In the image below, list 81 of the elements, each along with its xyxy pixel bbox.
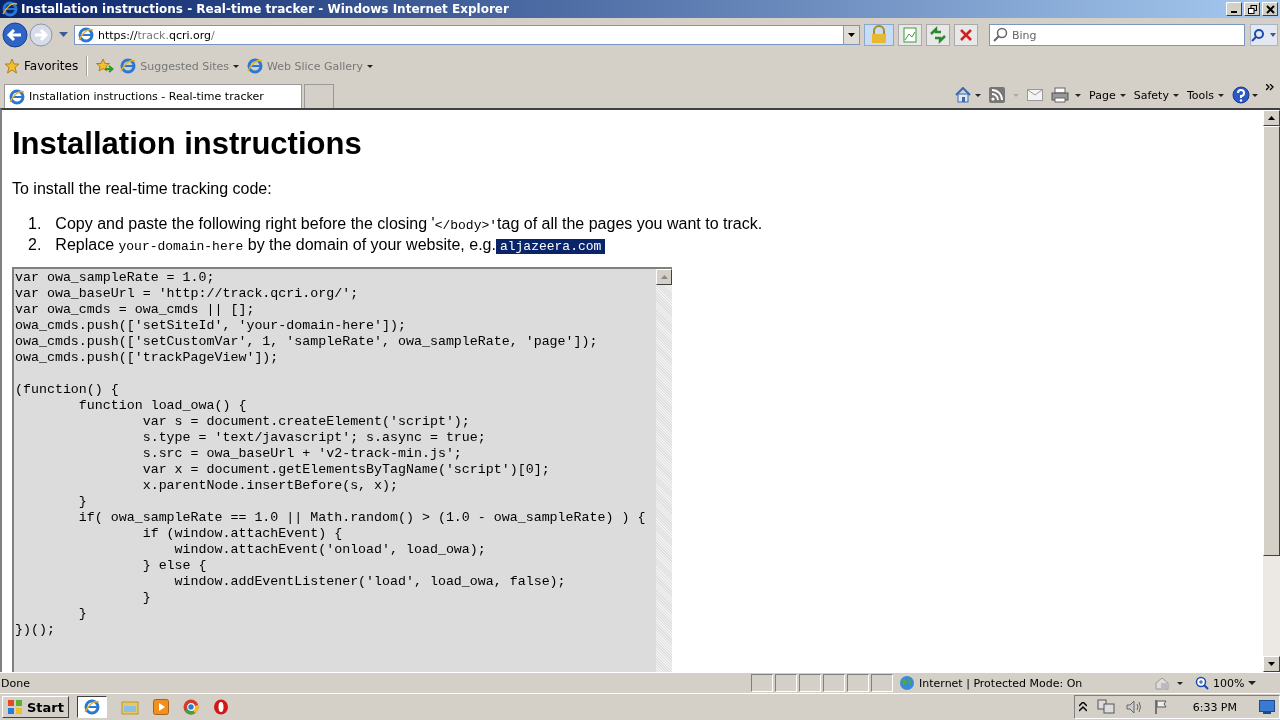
search-field[interactable]: Bing — [989, 24, 1245, 46]
clock-text: 6:33 PM — [1192, 700, 1237, 714]
page-icon — [247, 58, 264, 74]
search-button[interactable] — [1250, 24, 1278, 46]
caret-icon — [848, 33, 855, 37]
globe-icon — [899, 675, 915, 691]
close-button[interactable] — [1262, 2, 1278, 16]
start-button[interactable]: Start — [2, 696, 69, 718]
chevron-up-icon[interactable] — [1078, 702, 1087, 712]
intro-text: To install the real-time tracking code: — [12, 180, 272, 198]
page-icon — [120, 58, 137, 74]
home-icon[interactable] — [955, 87, 982, 103]
restore-button[interactable] — [1244, 2, 1260, 16]
speaker-icon[interactable] — [1124, 699, 1143, 715]
code-text: var owa_sampleRate = 1.0; var owa_baseUrl = 'http://track.qcri.org/'; var owa_cmds = owa_cmds || []; owa_cmds.push(['setSiteId', 'your-domain-here']); owa_cmds.push(['setCustomVar', 1, 'sampleRate', owa_sampleRate, 'page']); owa_cmds.push(['trackPageView']); (function() { function load_owa() { var s = document.createElement('script'); s.type = 'text/javascript'; s.async = true; s.src = owa_baseUrl + 'v2-track-min.js'; var x = document.getElementsByTagName('script')[0]; x.parentNode.insertBefore(s, x); } if( owa_sampleRate == 1.0 || Math.random() > (1.0 - owa_sampleRate) ) { if (window.attachEvent) { window.attachEvent('onload', load_owa); } else { window.addEventListener('load', load_owa, false); } } })(); — [14, 269, 647, 639]
address-field[interactable]: https://track.qcri.org/ — [74, 25, 860, 45]
caret-icon — [367, 64, 374, 68]
chrome-icon[interactable] — [183, 699, 199, 715]
minimize-icon — [1231, 11, 1237, 13]
browser-logo-icon — [84, 699, 100, 715]
mail-icon[interactable] — [1027, 89, 1044, 101]
refresh-icon[interactable] — [926, 24, 950, 46]
dropdown-button[interactable] — [843, 26, 859, 44]
browser-tab[interactable]: Installation instructions - Real-time tracker — [4, 84, 302, 108]
caret-icon — [1013, 93, 1020, 97]
stop-icon[interactable] — [954, 24, 978, 46]
page-heading: Installation instructions — [12, 126, 362, 162]
minimize-button[interactable] — [1226, 2, 1242, 16]
browser-logo-icon — [2, 1, 18, 17]
list-number: 1. — [28, 214, 42, 234]
windows-logo-icon — [7, 699, 23, 715]
feed-icon[interactable] — [989, 87, 1006, 103]
status-pane — [871, 674, 893, 692]
status-pane — [847, 674, 869, 692]
taskbar-app-button[interactable] — [77, 696, 107, 718]
flag-icon[interactable] — [1152, 699, 1169, 715]
opera-icon[interactable] — [213, 699, 229, 715]
menu-button[interactable]: Page — [1089, 88, 1126, 102]
zoom-button[interactable]: 100% — [1195, 676, 1257, 690]
network-icon[interactable] — [1096, 699, 1115, 715]
caret-icon — [1218, 93, 1224, 97]
list-number: 2. — [28, 235, 42, 255]
status-pane — [775, 674, 797, 692]
zone-text: Internet | Protected Mode: On — [919, 676, 1083, 690]
caret-icon — [1248, 681, 1257, 685]
caret-icon[interactable] — [59, 32, 68, 38]
status-pane — [751, 674, 773, 692]
up-arrow-icon — [1268, 116, 1275, 120]
scrollbar[interactable] — [1263, 110, 1280, 672]
media-player-icon[interactable] — [153, 699, 169, 715]
picture-page-icon[interactable] — [898, 24, 922, 46]
star-icon — [4, 58, 20, 74]
favorites-button[interactable]: Favorites — [4, 58, 79, 74]
back-button-icon[interactable] — [2, 22, 28, 48]
caret-icon — [233, 64, 240, 68]
up-arrow-icon — [660, 275, 668, 279]
menu-button[interactable]: Safety — [1133, 88, 1179, 102]
show-desktop-icon[interactable] — [1259, 700, 1275, 714]
status-pane — [823, 674, 845, 692]
search-icon — [1251, 28, 1277, 42]
url-text: https://track.qcri.org/ — [98, 28, 216, 42]
restore-icon — [1247, 4, 1257, 14]
printer-icon[interactable] — [1051, 87, 1082, 103]
zoom-icon — [1195, 676, 1209, 690]
caret-icon — [1119, 93, 1126, 97]
scrollbar[interactable] — [656, 269, 672, 672]
close-icon — [1265, 4, 1275, 14]
page-icon — [78, 27, 94, 43]
page-icon — [9, 88, 25, 105]
window-title: Installation instructions - Real-time tracker - Windows Internet Explorer — [21, 2, 510, 16]
menu-button[interactable]: Tools — [1186, 88, 1224, 102]
status-text: Done — [0, 676, 31, 690]
help-icon[interactable] — [1232, 86, 1258, 104]
list-item-text: Replace your-domain-here by the domain of your website, e.g. aljazeera.com — [55, 235, 606, 256]
caret-icon — [1172, 93, 1179, 97]
lock-icon[interactable] — [864, 24, 894, 46]
down-arrow-icon — [1268, 662, 1275, 666]
search-icon — [992, 27, 1008, 43]
chevron-icon[interactable] — [1266, 84, 1274, 92]
add-favorite-icon[interactable] — [96, 58, 115, 74]
status-pane — [799, 674, 821, 692]
